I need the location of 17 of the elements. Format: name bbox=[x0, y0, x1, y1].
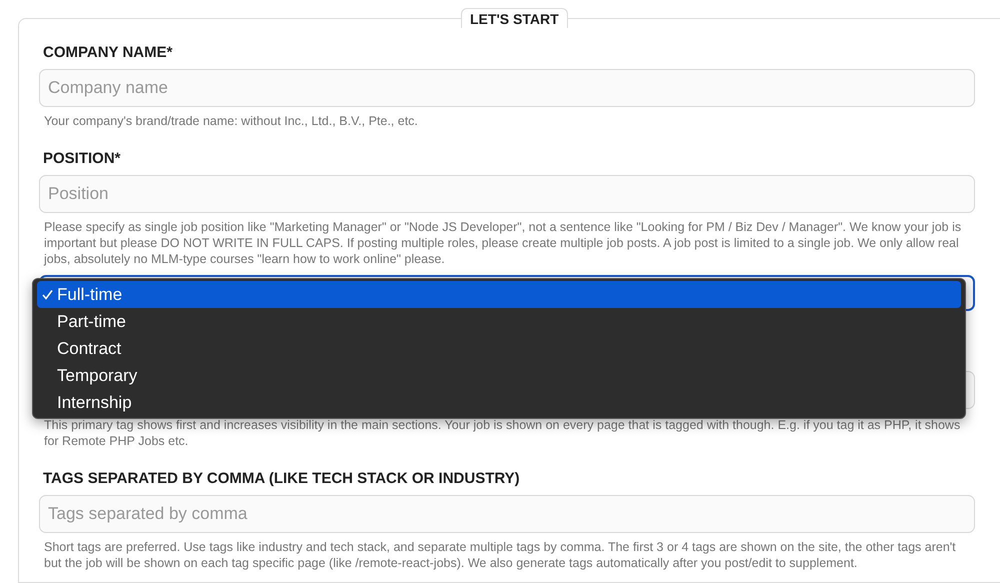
text-input-field[interactable]: Position bbox=[39, 175, 975, 213]
field-label: COMPANY NAME* bbox=[42, 43, 174, 63]
section-legend: LET'S START bbox=[461, 8, 568, 28]
help-text: Please specify as single job position like "Marketing Manager" or "Node JS Developer", not a sentence like "Looking for PM / Biz Dev / Manager". We know your job is important but please DO NOT WRITE IN FULL CAPS. If posting multiple roles, please create multiple job posts. A job post is limited to a single job. We only allow real jobs, absolutely no MLM-type courses "learn how to work online" please. bbox=[42, 219, 962, 267]
menu-option[interactable]: Temporary bbox=[37, 362, 961, 389]
text-input-field[interactable]: Company name bbox=[39, 69, 975, 107]
help-text: Short tags are preferred. Use tags like industry and tech stack, and separate multiple tags by comma. The first 3 or 4 tags are shown on the site, the other tags aren't but the job will be shown on each tag specific page (like /remote-react-jobs). We also generate tags automatically after you post/edit to supplement. bbox=[43, 539, 957, 571]
help-text: This primary tag shows first and increases visibility in the main sections. Your job is shown on every page that is tagged with though. E.g. if you tag it as PHP, it shows for Remote PHP Jobs etc. bbox=[43, 417, 962, 449]
checkmark-icon bbox=[42, 289, 52, 300]
field-label: TAGS SEPARATED BY COMMA (LIKE TECH STACK OR INDUSTRY) bbox=[42, 469, 521, 489]
menu-option[interactable]: Full-time bbox=[37, 281, 961, 308]
menu-option[interactable]: Internship bbox=[37, 389, 961, 416]
text-input-field[interactable]: Tags separated by comma bbox=[39, 495, 975, 533]
help-text: Your company's brand/trade name: without Inc., Ltd., B.V., Pte., etc. bbox=[43, 113, 419, 129]
menu-option[interactable]: Part-time bbox=[37, 308, 961, 335]
menu-option[interactable]: Contract bbox=[37, 335, 961, 362]
field-label: POSITION* bbox=[42, 149, 122, 169]
